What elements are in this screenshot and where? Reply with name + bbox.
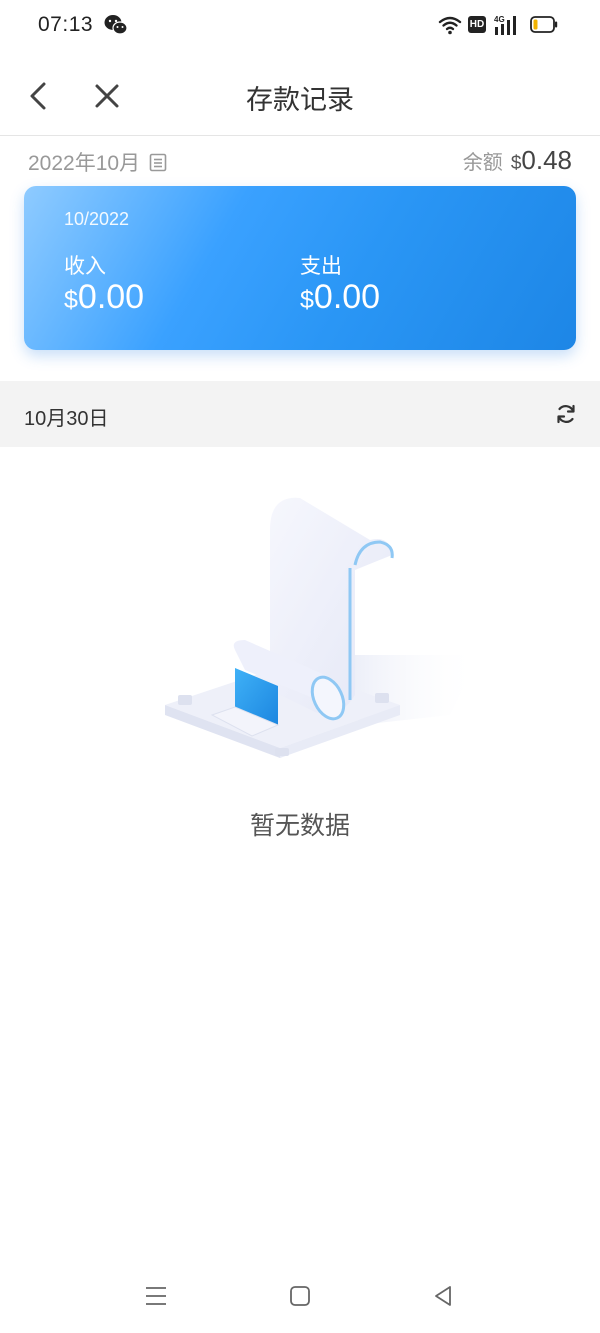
screen: 07:13 HD 4G 存款记录 2022年10月 余额 $ 0.48 10/2… — [0, 0, 600, 1333]
wechat-icon — [104, 15, 128, 35]
header: 存款记录 — [0, 52, 600, 136]
expense-currency: $ — [300, 286, 314, 314]
expense-label: 支出 — [300, 255, 342, 278]
summary-card: 10/2022 收入 支出 $ 0.00 $ 0.00 — [24, 186, 576, 350]
card-month: 10/2022 — [64, 209, 130, 229]
income-amount: 0.00 — [77, 278, 145, 316]
balance-currency: $ — [510, 153, 522, 174]
signal-icon: 4G — [494, 15, 516, 35]
month-label: 2022年10月 — [28, 152, 141, 175]
month-picker[interactable]: 2022年10月 — [28, 148, 167, 176]
hd-badge-icon: HD — [468, 16, 486, 33]
expense-value: $ 0.00 — [300, 278, 380, 317]
empty-state-illustration — [165, 497, 480, 758]
page-title: 存款记录 — [246, 85, 354, 115]
status-time: 07:13 — [38, 13, 94, 36]
nav-back-button[interactable] — [432, 1284, 454, 1308]
date-bar: 10月30日 — [0, 381, 600, 447]
balance-amount: 0.48 — [521, 145, 572, 175]
wifi-icon — [438, 16, 462, 35]
balance: 余额 $ 0.48 — [463, 145, 572, 176]
income-currency: $ — [64, 286, 78, 314]
date-label: 10月30日 — [24, 408, 109, 430]
calendar-icon — [149, 153, 167, 172]
refresh-icon[interactable] — [554, 402, 578, 426]
empty-state-text: 暂无数据 — [249, 812, 350, 840]
balance-label: 余额 — [462, 152, 503, 174]
nav-menu-button[interactable] — [143, 1284, 169, 1308]
svg-text:4G: 4G — [494, 15, 505, 24]
battery-icon — [530, 16, 558, 33]
income-value: $ 0.00 — [64, 278, 144, 317]
expense-amount: 0.00 — [313, 278, 381, 316]
nav-home-button[interactable] — [289, 1285, 311, 1307]
income-label: 收入 — [64, 255, 106, 278]
status-bar: 07:13 HD 4G — [0, 0, 600, 52]
